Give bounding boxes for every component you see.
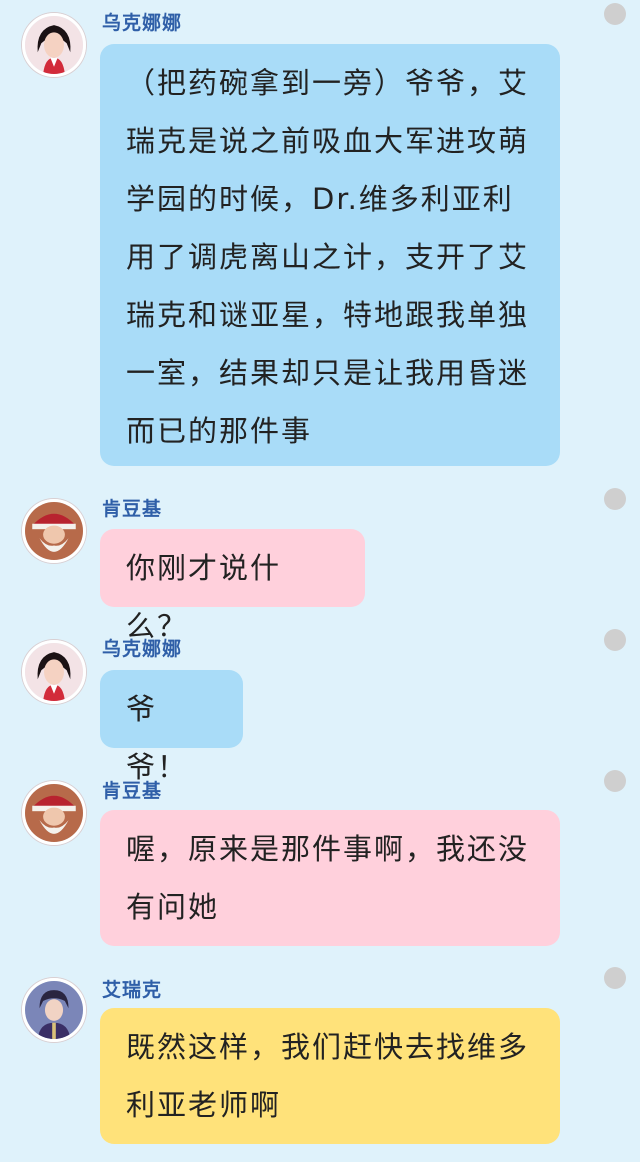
select-radio[interactable]: [604, 3, 626, 25]
message-bubble[interactable]: 喔，原来是那件事啊，我还没有问她: [100, 810, 560, 946]
female-host-avatar-icon: [25, 643, 83, 701]
avatar-female-host[interactable]: [22, 640, 86, 704]
female-host-avatar-icon: [25, 16, 83, 74]
sender-name: 乌克娜娜: [102, 638, 183, 660]
message-bubble[interactable]: 你刚才说什么？: [100, 529, 365, 643]
select-radio[interactable]: [604, 967, 626, 989]
santa-elder-avatar-icon: [25, 502, 83, 560]
sender-name: 艾瑞克: [102, 979, 163, 1001]
sender-name: 乌克娜娜: [102, 12, 183, 34]
avatar-young-man[interactable]: [22, 978, 86, 1042]
avatar-santa-elder[interactable]: [22, 781, 86, 845]
message-bubble[interactable]: 既然这样，我们赶快去找维多利亚老师啊: [100, 1008, 560, 1144]
select-radio[interactable]: [604, 488, 626, 510]
select-radio[interactable]: [604, 770, 626, 792]
message-bubble[interactable]: 爷爷！: [100, 670, 243, 784]
santa-elder-avatar-icon: [25, 784, 83, 842]
avatar-female-host[interactable]: [22, 13, 86, 77]
message-bubble[interactable]: （把药碗拿到一旁）爷爷，艾瑞克是说之前吸血大军进攻萌学园的时候，Dr.维多利亚利…: [100, 44, 560, 466]
select-radio[interactable]: [604, 629, 626, 651]
sender-name: 肯豆基: [102, 498, 163, 520]
sender-name: 肯豆基: [102, 780, 163, 802]
young-man-avatar-icon: [25, 981, 83, 1039]
avatar-santa-elder[interactable]: [22, 499, 86, 563]
